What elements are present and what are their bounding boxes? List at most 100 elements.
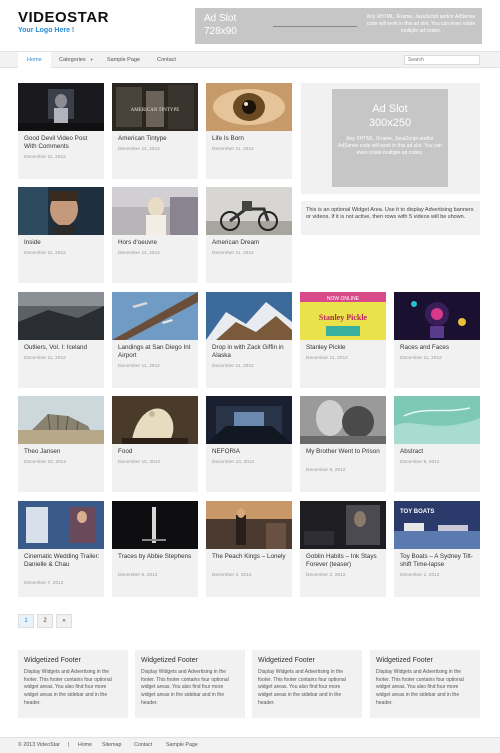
bottom-link-contact[interactable]: Contact — [134, 742, 152, 748]
sidebar-ad-slot[interactable]: Ad Slot 300x250 Any XHTML, IFrame, JavaS… — [332, 89, 448, 187]
post-title[interactable]: Outliers, Vol. I: Iceland — [24, 344, 100, 352]
post-thumbnail[interactable] — [112, 187, 198, 235]
pagination-page-2[interactable]: 2 — [37, 614, 53, 628]
post-thumbnail[interactable]: AMERICAN TINTYPE — [112, 83, 198, 131]
post-title[interactable]: Stanley Pickle — [306, 344, 382, 352]
post-date: December 7, 2012 — [24, 581, 64, 586]
post-title[interactable]: Hors d'oeuvre — [118, 239, 194, 247]
post-title[interactable]: Cinematic Wedding Trailer: Danielle & Ch… — [24, 553, 100, 570]
post-card[interactable]: Cinematic Wedding Trailer: Danielle & Ch… — [18, 501, 104, 597]
post-thumbnail[interactable] — [206, 292, 292, 340]
post-card[interactable]: Theo Jansen December 10, 2012 — [18, 396, 104, 492]
post-title[interactable]: Landings at San Diego Int Airport — [118, 344, 194, 361]
post-card[interactable]: TOY BOATS Toy Boats – A Sydney Tilt-shif… — [394, 501, 480, 597]
pagination-next[interactable]: » — [56, 614, 72, 628]
post-title[interactable]: Drop in with Zack Giffin in Alaska — [212, 344, 288, 361]
nav-categories[interactable]: Categories ▼ — [50, 52, 103, 68]
post-thumbnail[interactable] — [18, 396, 104, 444]
bottom-separator: | — [68, 742, 70, 748]
post-title[interactable]: Inside — [24, 239, 100, 247]
post-date: December 6, 2012 — [118, 573, 158, 578]
post-title[interactable]: American Dream — [212, 239, 288, 247]
post-card[interactable]: Outliers, Vol. I: Iceland December 11, 2… — [18, 292, 104, 388]
post-thumbnail[interactable]: TOY BOATS — [394, 501, 480, 549]
post-card[interactable]: NEFORIA December 10, 2012 — [206, 396, 292, 492]
site-title[interactable]: VIDEOSTAR — [18, 9, 109, 26]
post-card[interactable]: Abstract December 9, 2012 — [394, 396, 480, 492]
post-thumbnail[interactable] — [18, 501, 104, 549]
post-card[interactable]: Food December 10, 2012 — [112, 396, 198, 492]
post-date: December 9, 2012 — [306, 468, 346, 473]
post-thumbnail[interactable] — [206, 83, 292, 131]
post-card[interactable]: Traces by Abbie Stephens December 6, 201… — [112, 501, 198, 597]
search-input[interactable] — [404, 55, 480, 65]
post-card[interactable]: Races and Faces December 11, 2012 — [394, 292, 480, 388]
stanley-overlay-top: NOW ONLINE — [327, 296, 360, 302]
post-thumbnail[interactable] — [112, 396, 198, 444]
footer-widget-text: Display Widgets and Advertising in the f… — [258, 669, 346, 706]
post-title[interactable]: American Tintype — [118, 135, 194, 143]
post-date: December 9, 2012 — [400, 460, 440, 465]
post-card[interactable]: AMERICAN TINTYPE American Tintype Decemb… — [112, 83, 198, 179]
post-card[interactable]: American Dream December 11, 2012 — [206, 187, 292, 283]
footer-widget-title: Widgetized Footer — [376, 657, 433, 664]
post-thumbnail[interactable] — [394, 396, 480, 444]
sidebar-ad-label-line2: 300x250 — [368, 117, 412, 129]
chevron-down-icon: ▼ — [89, 57, 94, 62]
post-thumbnail[interactable] — [300, 396, 386, 444]
post-card[interactable]: Landings at San Diego Int Airport Decemb… — [112, 292, 198, 388]
post-title[interactable]: Abstract — [400, 448, 476, 456]
stanley-overlay-main: Stanley Pickle — [319, 313, 368, 322]
post-card[interactable]: Inside December 11, 2012 — [18, 187, 104, 283]
post-thumbnail[interactable] — [394, 292, 480, 340]
post-thumbnail[interactable] — [112, 292, 198, 340]
post-card[interactable]: Hors d'oeuvre December 11, 2012 — [112, 187, 198, 283]
post-title[interactable]: My Brother Went to Prison — [306, 448, 382, 456]
post-title[interactable]: Food — [118, 448, 194, 456]
post-card[interactable]: Goblin Habits – Ink Stays Forever (tease… — [300, 501, 386, 597]
footer-widget-title: Widgetized Footer — [24, 657, 81, 664]
post-card[interactable]: The Peach Kings – Lonely December 4, 201… — [206, 501, 292, 597]
post-thumbnail[interactable] — [206, 501, 292, 549]
post-date: December 10, 2012 — [24, 460, 67, 465]
post-title[interactable]: Traces by Abbie Stephens — [118, 553, 194, 561]
nav-sample-page[interactable]: Sample Page — [98, 52, 149, 68]
post-thumbnail[interactable] — [18, 187, 104, 235]
post-card[interactable]: NOW ONLINE Stanley Pickle Stanley Pickle… — [300, 292, 386, 388]
nav-contact[interactable]: Contact — [148, 52, 185, 68]
header-ad-slot[interactable]: Ad Slot 728x90 Any XHTML, IFrame, JavaSc… — [195, 8, 482, 44]
nav-categories-label: Categories — [59, 57, 86, 63]
post-date: December 11, 2012 — [118, 251, 160, 256]
post-thumbnail[interactable] — [206, 187, 292, 235]
post-card[interactable]: Drop in with Zack Giffin in Alaska Decem… — [206, 292, 292, 388]
post-title[interactable]: Races and Faces — [400, 344, 476, 352]
post-title[interactable]: The Peach Kings – Lonely — [212, 553, 288, 561]
post-thumbnail[interactable] — [206, 396, 292, 444]
footer-widget: Widgetized Footer Display Widgets and Ad… — [252, 650, 362, 718]
post-card[interactable]: Life Is Born December 11, 2012 — [206, 83, 292, 179]
post-date: December 2, 2012 — [306, 573, 346, 578]
post-thumbnail[interactable] — [112, 501, 198, 549]
tintype-overlay: AMERICAN TINTYPE — [131, 108, 180, 113]
sidebar-ad-label: Ad Slot 300x250 — [332, 102, 448, 130]
sidebar-ad-text: Any XHTML, IFrame, JavaScript and/or AdS… — [338, 136, 442, 156]
post-thumbnail[interactable] — [18, 83, 104, 131]
post-title[interactable]: Goblin Habits – Ink Stays Forever (tease… — [306, 553, 382, 570]
post-thumbnail[interactable] — [300, 501, 386, 549]
post-title[interactable]: NEFORIA — [212, 448, 288, 456]
footer-widget: Widgetized Footer Display Widgets and Ad… — [18, 650, 128, 718]
bottom-link-sample-page[interactable]: Sample Page — [166, 742, 198, 748]
post-title[interactable]: Good Devil Video Post With Comments — [24, 135, 100, 152]
post-title[interactable]: Theo Jansen — [24, 448, 100, 456]
header-ad-label-line2: 728x90 — [204, 26, 237, 37]
bottom-link-sitemap[interactable]: Sitemap — [102, 742, 121, 748]
post-thumbnail[interactable]: NOW ONLINE Stanley Pickle — [300, 292, 386, 340]
post-card[interactable]: My Brother Went to Prison December 9, 20… — [300, 396, 386, 492]
post-card[interactable]: Good Devil Video Post With Comments Dece… — [18, 83, 104, 179]
post-thumbnail[interactable] — [18, 292, 104, 340]
pagination-page-1[interactable]: 1 — [18, 614, 34, 628]
post-title[interactable]: Toy Boats – A Sydney Tilt-shift Time-lap… — [400, 553, 476, 570]
post-title[interactable]: Life Is Born — [212, 135, 288, 143]
nav-home[interactable]: Home — [18, 52, 51, 68]
bottom-link-home[interactable]: Home — [78, 742, 92, 748]
